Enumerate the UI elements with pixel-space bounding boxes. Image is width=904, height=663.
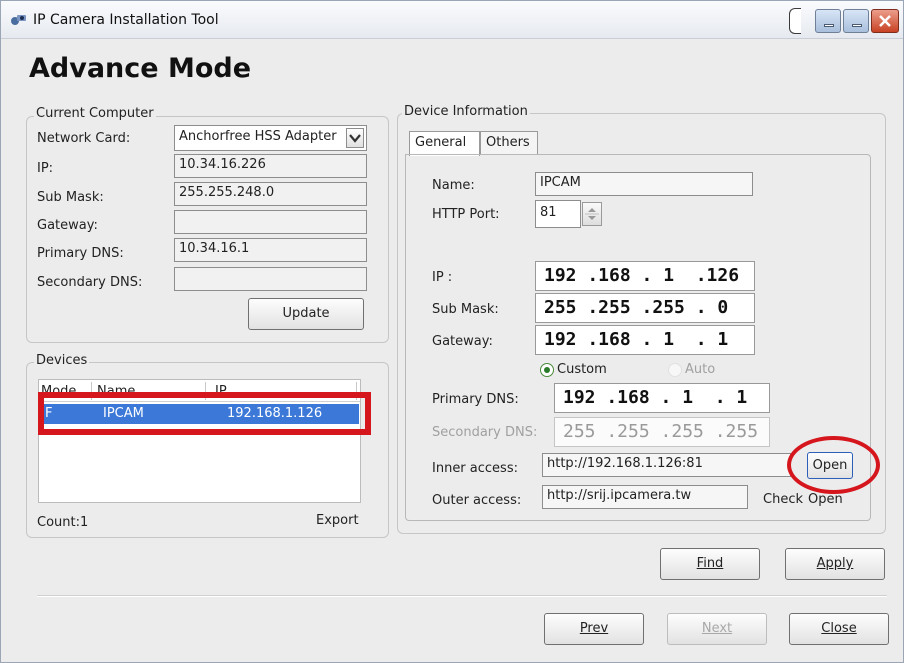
devices-label: Devices: [34, 353, 90, 368]
device-secondary-dns-field[interactable]: 255 .255 .255 .255: [554, 417, 770, 447]
minimize-icon: [824, 24, 834, 27]
close-button[interactable]: Close: [789, 613, 889, 645]
export-link[interactable]: Export: [316, 513, 359, 528]
outer-access-field[interactable]: http://srij.ipcamera.tw: [542, 485, 748, 509]
prev-button[interactable]: Prev: [544, 613, 644, 645]
check-link[interactable]: Check: [763, 492, 803, 507]
dropdown-button[interactable]: [346, 128, 364, 148]
http-port-label: HTTP Port:: [432, 207, 500, 222]
network-card-select[interactable]: Anchorfree HSS Adapter: [174, 125, 367, 151]
secondary-dns-field[interactable]: [174, 267, 367, 291]
device-name-field[interactable]: IPCAM: [535, 172, 753, 196]
ip-label: IP:: [37, 161, 54, 176]
window-controls: [789, 7, 899, 35]
auto-radio[interactable]: [668, 363, 682, 377]
device-submask-field[interactable]: 255 .255 .255 . 0: [535, 293, 755, 323]
tab-general[interactable]: General: [409, 131, 480, 156]
device-information-label: Device Information: [402, 104, 530, 119]
highlight-circle: [787, 436, 880, 494]
device-gateway-field[interactable]: 192 .168 . 1 . 1: [535, 325, 755, 355]
prev-label: Prev: [579, 621, 609, 636]
title-separator: [789, 8, 801, 34]
maximize-button[interactable]: [843, 9, 869, 33]
inner-access-field[interactable]: http://192.168.1.126:81: [542, 453, 791, 477]
find-label: Find: [696, 556, 724, 571]
minimize-button[interactable]: [815, 9, 841, 33]
device-ip-label: IP :: [432, 270, 453, 285]
outer-open-link[interactable]: Open: [808, 492, 843, 507]
gateway-label: Gateway:: [37, 218, 98, 233]
device-count: Count:1: [37, 515, 89, 530]
export-label: Export: [316, 513, 359, 528]
maximize-icon: [852, 24, 862, 27]
custom-radio[interactable]: [540, 363, 554, 377]
next-button[interactable]: Next: [667, 613, 767, 645]
outer-access-label: Outer access:: [432, 493, 522, 508]
device-primary-dns-label: Primary DNS:: [432, 392, 519, 407]
network-card-value: Anchorfree HSS Adapter: [179, 129, 337, 144]
title-bar: IP Camera Installation Tool: [1, 1, 903, 39]
next-label: Next: [701, 621, 733, 636]
apply-button[interactable]: Apply: [785, 548, 885, 580]
tab-others[interactable]: Others: [480, 131, 538, 155]
highlight-rectangle: [38, 392, 371, 435]
close-window-button[interactable]: [871, 9, 899, 33]
divider: [37, 595, 887, 597]
http-port-spinner[interactable]: [582, 202, 602, 226]
primary-dns-label: Primary DNS:: [37, 246, 124, 261]
custom-label: Custom: [557, 362, 607, 377]
inner-access-label: Inner access:: [432, 461, 518, 476]
device-name-label: Name:: [432, 178, 475, 193]
http-port-field[interactable]: 81: [535, 200, 581, 228]
spinner-arrows-icon: [585, 208, 599, 220]
page-title: Advance Mode: [29, 53, 252, 84]
device-secondary-dns-label: Secondary DNS:: [432, 425, 538, 440]
device-ip-field[interactable]: 192 .168 . 1 .126: [535, 261, 755, 291]
chevron-down-icon: [349, 134, 361, 143]
auto-label: Auto: [685, 362, 716, 377]
device-primary-dns-field[interactable]: 192 .168 . 1 . 1: [554, 383, 770, 413]
apply-label: Apply: [816, 556, 854, 571]
close-icon: [879, 15, 891, 27]
device-gateway-label: Gateway:: [432, 334, 493, 349]
network-card-label: Network Card:: [37, 131, 131, 146]
find-button[interactable]: Find: [660, 548, 760, 580]
app-window: IP Camera Installation Tool Advance Mode…: [0, 0, 904, 663]
camera-app-icon: [11, 15, 26, 25]
primary-dns-field[interactable]: 10.34.16.1: [174, 238, 367, 262]
device-submask-label: Sub Mask:: [432, 302, 499, 317]
sub-mask-field[interactable]: 255.255.248.0: [174, 182, 367, 206]
gateway-field[interactable]: [174, 210, 367, 234]
sub-mask-label: Sub Mask:: [37, 190, 104, 205]
update-button[interactable]: Update: [248, 298, 364, 330]
secondary-dns-label: Secondary DNS:: [37, 275, 143, 290]
current-computer-label: Current Computer: [34, 106, 156, 121]
ip-field[interactable]: 10.34.16.226: [174, 154, 367, 178]
close-label: Close: [821, 621, 857, 636]
window-title: IP Camera Installation Tool: [33, 12, 219, 28]
